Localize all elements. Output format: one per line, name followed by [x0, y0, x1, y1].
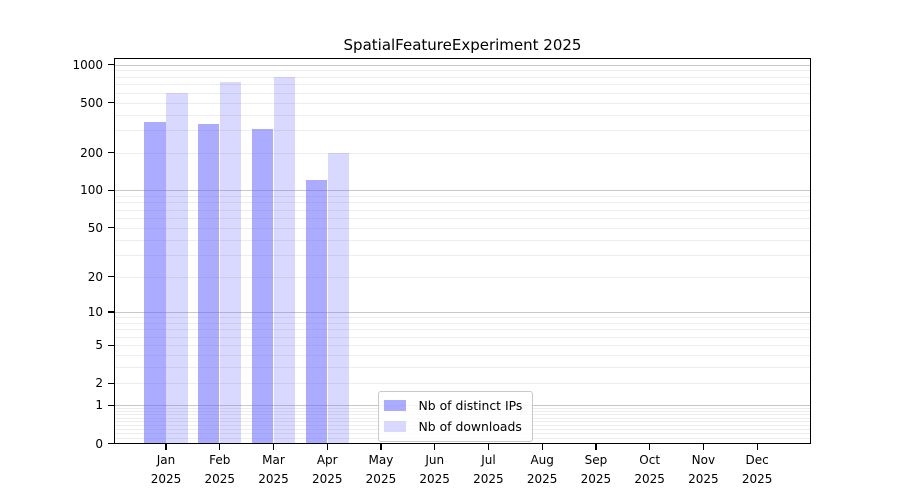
x-tick-aug [542, 444, 543, 451]
x-tick-label-apr: Apr2025 [299, 451, 355, 488]
x-tick-label-jun: Jun2025 [407, 451, 463, 488]
y-tick-2 [108, 383, 115, 384]
x-tick-label-nov: Nov2025 [675, 451, 731, 488]
legend-item-downloads: Nb of downloads [384, 419, 522, 434]
x-tick-dec [757, 444, 758, 451]
x-tick-label-sep: Sep2025 [568, 451, 624, 488]
y-tick-label-0: 0 [28, 436, 103, 452]
legend: Nb of distinct IPs Nb of downloads [378, 391, 533, 442]
bar-nb-of-distinct-ips-jan [144, 122, 165, 443]
x-tick-sep [595, 444, 596, 451]
gridline-minor [114, 93, 811, 94]
download-stats-figure: SpatialFeatureExperiment 2025 0 1 2 5 10 20 50… [0, 0, 900, 500]
legend-swatch-distinct-ips [384, 400, 406, 411]
bar-nb-of-downloads-jan [166, 93, 187, 443]
y-tick-label-200: 200 [28, 145, 103, 161]
x-tick-mar [273, 444, 274, 451]
x-tick-label-mar: Mar2025 [245, 451, 301, 488]
y-tick-label-20: 20 [28, 269, 103, 285]
bar-nb-of-distinct-ips-mar [252, 129, 273, 443]
x-tick-label-feb: Feb2025 [192, 451, 248, 488]
gridline-minor [114, 77, 811, 78]
bar-nb-of-distinct-ips-feb [198, 124, 219, 444]
gridline-minor [114, 115, 811, 116]
gridline-minor [114, 84, 811, 85]
legend-label-downloads: Nb of downloads [419, 419, 522, 434]
y-tick-200 [108, 152, 115, 153]
y-tick-label-1: 1 [28, 397, 103, 413]
y-tick-0 [108, 443, 115, 444]
y-tick-label-10: 10 [28, 304, 103, 320]
legend-label-distinct-ips: Nb of distinct IPs [419, 398, 523, 413]
plot-area [114, 58, 811, 444]
chart-title: SpatialFeatureExperiment 2025 [114, 36, 811, 54]
legend-swatch-downloads [384, 421, 406, 432]
y-tick-500 [108, 102, 115, 103]
x-tick-label-jan: Jan2025 [138, 451, 194, 488]
y-tick-5 [108, 345, 115, 346]
gridline-major [114, 65, 811, 66]
y-tick-label-2: 2 [28, 375, 103, 391]
bar-nb-of-downloads-apr [328, 153, 349, 444]
bar-nb-of-downloads-feb [220, 82, 241, 444]
y-tick-1 [108, 405, 115, 406]
bar-nb-of-distinct-ips-apr [306, 180, 327, 443]
x-tick-jul [488, 444, 489, 451]
x-tick-may [380, 444, 381, 451]
y-tick-label-50: 50 [28, 220, 103, 236]
y-tick-label-5: 5 [28, 337, 103, 353]
x-tick-label-dec: Dec2025 [729, 451, 785, 488]
y-tick-10 [108, 311, 115, 312]
x-tick-feb [219, 444, 220, 451]
x-tick-jun [434, 444, 435, 451]
y-tick-20 [108, 276, 115, 277]
legend-item-distinct-ips: Nb of distinct IPs [384, 398, 522, 413]
gridline-minor [114, 70, 811, 71]
x-tick-label-oct: Oct2025 [622, 451, 678, 488]
y-tick-100 [108, 190, 115, 191]
x-tick-jan [165, 444, 166, 451]
y-tick-label-500: 500 [28, 95, 103, 111]
y-tick-50 [108, 227, 115, 228]
y-tick-label-100: 100 [28, 182, 103, 198]
bar-nb-of-downloads-mar [274, 77, 295, 443]
x-tick-label-jul: Jul2025 [460, 451, 516, 488]
x-tick-apr [327, 444, 328, 451]
y-tick-1000 [108, 64, 115, 65]
x-tick-label-may: May2025 [353, 451, 409, 488]
x-tick-label-aug: Aug2025 [514, 451, 570, 488]
x-tick-nov [703, 444, 704, 451]
gridline-minor [114, 103, 811, 104]
y-tick-label-1000: 1000 [28, 57, 103, 73]
x-tick-oct [649, 444, 650, 451]
